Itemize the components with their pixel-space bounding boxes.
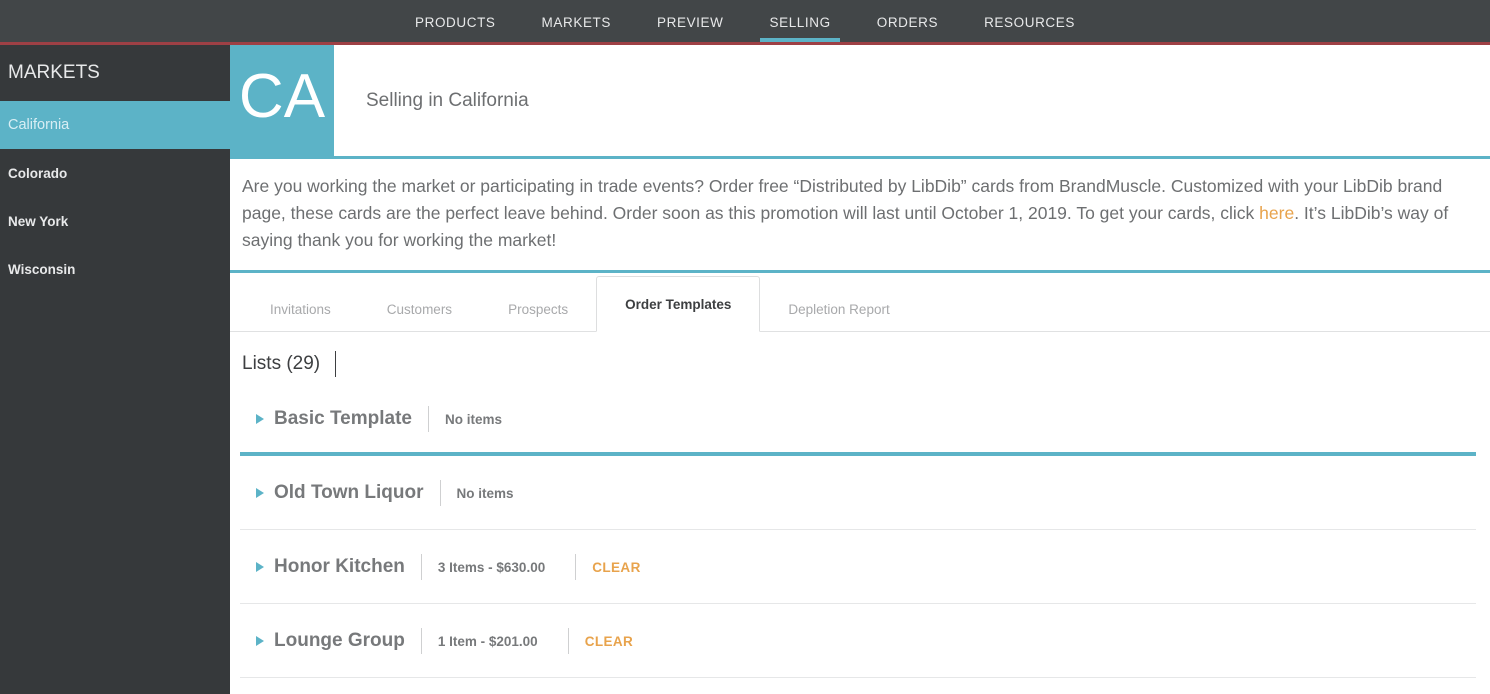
expand-caret-icon[interactable] <box>256 562 264 572</box>
list-item-summary: No items <box>444 411 502 427</box>
expand-caret-icon[interactable] <box>256 414 264 424</box>
tab-prospects[interactable]: Prospects <box>480 289 596 331</box>
order-template-list: Basic Template No items Old Town Liquor No … <box>230 382 1490 678</box>
sidebar-item-california[interactable]: California <box>0 101 230 149</box>
tab-invitations[interactable]: Invitations <box>242 289 359 331</box>
top-nav-item-markets[interactable]: MARKETS <box>519 0 634 42</box>
top-nav-item-preview[interactable]: PREVIEW <box>634 0 746 42</box>
top-nav-item-resources[interactable]: RESOURCES <box>961 0 1098 42</box>
lists-count-label: Lists (29) <box>242 353 321 374</box>
clear-list-button[interactable]: CLEAR <box>592 560 641 575</box>
market-header: CA Selling in California <box>230 45 1490 159</box>
tab-depletion-report[interactable]: Depletion Report <box>760 289 917 331</box>
sidebar-items: California Colorado New York Wisconsin <box>0 101 230 293</box>
vertical-divider <box>420 628 422 654</box>
tab-order-templates[interactable]: Order Templates <box>596 276 761 332</box>
list-item-summary: 1 Item - $201.00 <box>437 633 538 649</box>
announcement-banner: Are you working the market or participat… <box>230 159 1490 273</box>
sidebar-item-new-york[interactable]: New York <box>0 197 230 245</box>
lists-heading-row: Lists (29) <box>230 332 1490 382</box>
announcement-here-link[interactable]: here <box>1259 203 1294 223</box>
vertical-divider <box>427 406 429 432</box>
tab-customers[interactable]: Customers <box>359 289 480 331</box>
sidebar-item-colorado[interactable]: Colorado <box>0 149 230 197</box>
list-name[interactable]: Lounge Group <box>274 630 405 652</box>
top-nav-item-orders[interactable]: ORDERS <box>854 0 961 42</box>
table-row: Basic Template No items <box>230 382 1490 456</box>
clear-list-button[interactable]: CLEAR <box>585 634 634 649</box>
expand-caret-icon[interactable] <box>256 636 264 646</box>
top-nav-item-selling[interactable]: SELLING <box>746 0 853 42</box>
top-nav-item-products[interactable]: PRODUCTS <box>392 0 519 42</box>
sidebar: MARKETS California Colorado New York Wiscon… <box>0 45 230 694</box>
vertical-divider <box>567 628 569 654</box>
vertical-divider <box>420 554 422 580</box>
page-title: Selling in California <box>366 89 529 111</box>
list-name[interactable]: Old Town Liquor <box>274 482 424 504</box>
row-divider <box>240 677 1476 678</box>
main-content: CA Selling in California Are you working… <box>230 45 1490 694</box>
table-row: Old Town Liquor No items <box>230 456 1490 530</box>
sidebar-item-wisconsin[interactable]: Wisconsin <box>0 245 230 293</box>
list-name[interactable]: Basic Template <box>274 408 412 430</box>
top-nav-items: PRODUCTS MARKETS PREVIEW SELLING ORDERS RESOU… <box>0 0 1490 42</box>
vertical-divider <box>439 480 441 506</box>
sidebar-title: MARKETS <box>8 62 100 83</box>
text-cursor <box>335 351 337 377</box>
market-badge: CA <box>230 45 334 156</box>
list-item-summary: No items <box>456 485 514 501</box>
top-navigation-bar: PRODUCTS MARKETS PREVIEW SELLING ORDERS RESOU… <box>0 0 1490 45</box>
table-row: Honor Kitchen 3 Items - $630.00 CLEAR <box>230 530 1490 604</box>
list-name[interactable]: Honor Kitchen <box>274 556 405 578</box>
expand-caret-icon[interactable] <box>256 488 264 498</box>
list-item-summary: 3 Items - $630.00 <box>437 559 546 575</box>
table-row: Lounge Group 1 Item - $201.00 CLEAR <box>230 604 1490 678</box>
tab-bar: Invitations Customers Prospects Order Templ… <box>230 273 1490 332</box>
vertical-divider <box>575 554 577 580</box>
